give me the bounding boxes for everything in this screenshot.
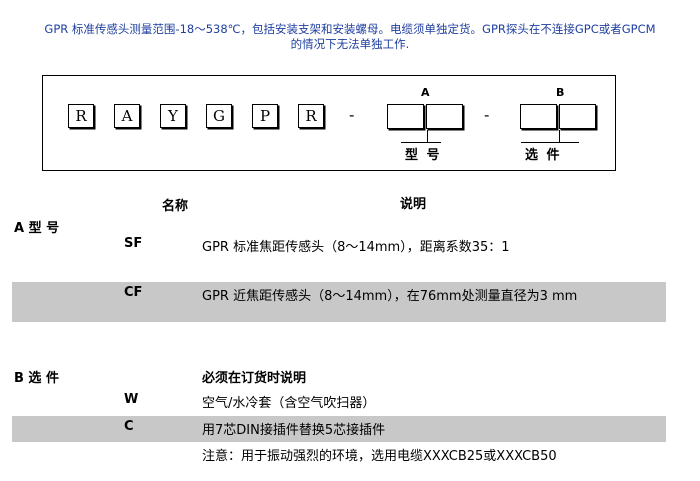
- code-letter-box: R: [68, 104, 94, 128]
- code-letter-box: A: [114, 104, 140, 128]
- column-header-description: 说明: [400, 197, 427, 212]
- column-header-name: 名称: [162, 199, 189, 214]
- section-a-title: A 型 号: [14, 221, 60, 236]
- code-w: W: [124, 392, 139, 407]
- slot-b-box-2: [559, 104, 596, 129]
- section-b-note: 必须在订货时说明: [202, 371, 307, 386]
- code-sf: SF: [124, 236, 143, 251]
- code-c: C: [124, 419, 134, 434]
- description-w: 空气/水冷套（含空气吹扫器）: [202, 396, 376, 411]
- intro-line-2: 的情况下无法单独工作.: [290, 37, 410, 51]
- separator-dash: -: [484, 106, 490, 124]
- slot-a-letter: A: [421, 86, 430, 99]
- code-cf: CF: [124, 285, 143, 300]
- description-c: 用7芯DIN接插件替换5芯接插件: [202, 423, 386, 438]
- description-cf: GPR 近焦距传感头（8～14mm），在76mm处测量直径为3 mm: [202, 289, 578, 304]
- slot-b-caption: 选 件: [525, 148, 562, 163]
- slot-b-line: [521, 142, 579, 143]
- slot-a-caption: 型 号: [405, 148, 442, 163]
- slot-a-box-2: [426, 104, 463, 129]
- slot-a-line: [401, 142, 441, 143]
- slot-a-box-1: [387, 104, 424, 129]
- section-b-title: B 选 件: [14, 371, 59, 386]
- footnote: 注意：用于振动强烈的环境，选用电缆XXXCB25或XXXCB50: [202, 449, 557, 464]
- code-letter-box: G: [206, 104, 232, 128]
- model-code-diagram: R A Y G P R - A 型 号 - B 选 件: [42, 75, 616, 171]
- code-letter-box: Y: [160, 104, 186, 128]
- separator-dash: -: [349, 106, 355, 124]
- intro-line-1: GPR 标准传感头测量范围-18～538℃，包括安装支架和安装螺母。电缆须单独定…: [44, 22, 656, 36]
- slot-b-letter: B: [556, 86, 565, 99]
- description-sf: GPR 标准焦距传感头（8～14mm），距离系数35：1: [202, 240, 510, 255]
- slot-b-box-1: [520, 104, 557, 129]
- code-letter-box: P: [252, 104, 278, 128]
- intro-text: GPR 标准传感头测量范围-18～538℃，包括安装支架和安装螺母。电缆须单独定…: [0, 22, 700, 52]
- code-letter-box: R: [298, 104, 324, 128]
